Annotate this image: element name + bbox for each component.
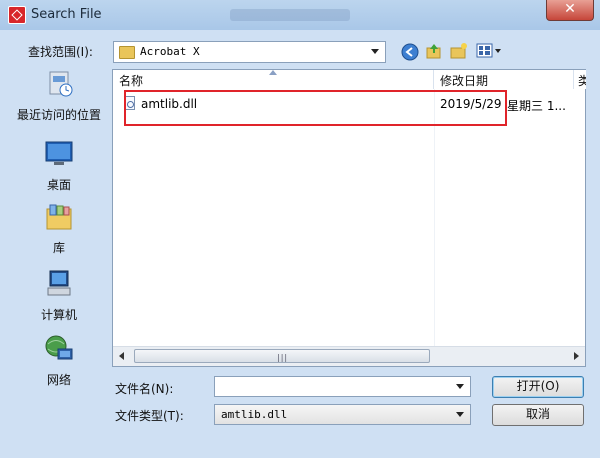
- desktop-icon: [45, 141, 73, 165]
- view-menu-icon[interactable]: [476, 42, 502, 60]
- column-header-type[interactable]: 类: [574, 70, 586, 89]
- filetype-select[interactable]: amtlib.dll: [214, 404, 471, 425]
- place-recent[interactable]: 最近访问的位置: [8, 70, 110, 130]
- place-label: 网络: [46, 373, 71, 387]
- look-in-dropdown[interactable]: Acrobat X: [113, 41, 386, 63]
- place-computer[interactable]: 计算机: [8, 270, 110, 330]
- highlight-box: [124, 90, 507, 126]
- cancel-button[interactable]: 取消: [492, 404, 584, 426]
- app-icon: [8, 6, 26, 24]
- title-bar[interactable]: Search File ✕: [0, 0, 600, 30]
- close-button[interactable]: ✕: [546, 0, 594, 21]
- chevron-down-icon: [456, 412, 464, 417]
- filename-label: 文件名(N):: [115, 382, 174, 396]
- column-header-name[interactable]: 名称: [113, 70, 434, 89]
- recent-places-icon: [49, 71, 73, 97]
- scroll-grip: |||: [277, 353, 289, 362]
- place-network[interactable]: 网络: [8, 335, 110, 395]
- column-header-date[interactable]: 修改日期: [434, 70, 574, 89]
- open-button[interactable]: 打开(O): [492, 376, 584, 398]
- chevron-down-icon: [371, 49, 379, 54]
- up-folder-icon[interactable]: [425, 42, 443, 60]
- libraries-icon: [46, 204, 72, 230]
- place-libraries[interactable]: 库: [8, 203, 110, 263]
- place-label: 计算机: [40, 308, 77, 322]
- horizontal-scrollbar[interactable]: |||: [113, 346, 585, 366]
- file-extra: 星期三 1...: [507, 99, 566, 113]
- column-header-label: 名称: [119, 74, 144, 88]
- new-folder-icon[interactable]: [450, 42, 468, 60]
- sort-ascending-icon: [269, 70, 277, 75]
- folder-icon: [119, 46, 135, 59]
- column-divider: [434, 89, 435, 349]
- filetype-value: amtlib.dll: [221, 408, 288, 421]
- places-bar: 最近访问的位置 桌面 库 计算机 网络: [8, 70, 110, 420]
- scroll-left-icon[interactable]: [119, 352, 124, 360]
- place-label: 桌面: [46, 178, 71, 192]
- blurred-region: [230, 9, 350, 21]
- filetype-label: 文件类型(T):: [115, 409, 184, 423]
- look-in-value: Acrobat X: [140, 45, 200, 58]
- back-icon[interactable]: [401, 43, 419, 61]
- search-file-dialog: Search File ✕ 查找范围(I): Acrobat X 最近访问的位置…: [0, 0, 600, 458]
- computer-icon: [47, 270, 71, 296]
- network-icon: [45, 335, 73, 360]
- window-title: Search File: [31, 7, 102, 22]
- chevron-down-icon: [456, 384, 464, 389]
- look-in-label: 查找范围(I):: [28, 45, 93, 59]
- scroll-right-icon[interactable]: [574, 352, 579, 360]
- scroll-thumb[interactable]: |||: [134, 349, 430, 363]
- place-desktop[interactable]: 桌面: [8, 140, 110, 200]
- filename-input[interactable]: [214, 376, 471, 397]
- place-label: 最近访问的位置: [16, 108, 101, 122]
- place-label: 库: [52, 241, 65, 255]
